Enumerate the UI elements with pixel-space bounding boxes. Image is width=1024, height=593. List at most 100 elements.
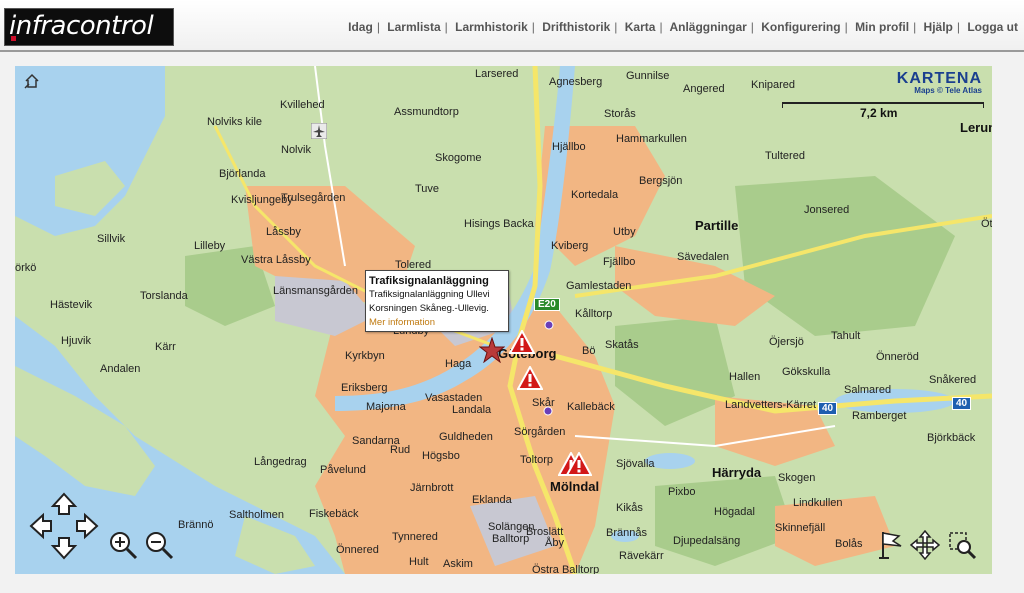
place-label: Fjällbo — [603, 256, 636, 268]
place-label: Hästevik — [50, 299, 93, 311]
more-info-link[interactable]: Mer information — [369, 316, 505, 329]
popup-line: Korsningen Skåneg.-Ullevig. — [369, 303, 489, 314]
place-label: Öjersjö — [769, 336, 804, 348]
place-label: Västra Låssby — [241, 254, 311, 266]
map-provider-brand: KARTENA Maps © Tele Atlas — [897, 70, 982, 95]
facility-dot-marker[interactable] — [543, 406, 553, 416]
place-label: Andalen — [100, 363, 141, 375]
nav-konfigurering[interactable]: Konfigurering — [761, 20, 840, 34]
alarm-warning-icon[interactable] — [509, 330, 535, 354]
place-label: Hjällbo — [552, 141, 586, 153]
place-label: Lerum — [960, 120, 992, 135]
place-label: Hisings Backa — [464, 218, 534, 230]
popup-title: Trafiksignalanläggning — [369, 275, 489, 287]
pan-right-arrow — [76, 512, 99, 540]
nav-larmlista[interactable]: Larmlista — [387, 20, 440, 34]
place-label: Utby — [613, 226, 636, 238]
place-label: Skogen — [778, 472, 816, 484]
place-label: Björkbäck — [927, 432, 976, 444]
place-label: Hammarkullen — [616, 133, 687, 145]
place-label: Kyrkbyn — [345, 350, 385, 362]
place-label: Djupedalsäng — [673, 535, 741, 547]
zoom-area-icon[interactable] — [947, 530, 977, 560]
nav-idag[interactable]: Idag — [348, 20, 373, 34]
place-label: Nolviks kile — [207, 116, 263, 128]
place-label: Salmared — [844, 384, 892, 396]
place-label: Knipared — [751, 79, 796, 91]
place-label: Lilleby — [194, 240, 226, 252]
place-label: Gunnilse — [626, 70, 670, 82]
place-label: Storås — [604, 108, 636, 120]
pan-left-arrow — [29, 512, 52, 540]
place-label: Angered — [683, 83, 725, 95]
alarm-warning-icon[interactable] — [517, 366, 543, 390]
place-label: Påvelund — [320, 464, 366, 476]
place-label: Kallebäck — [567, 401, 615, 413]
place-label: Bö — [582, 345, 596, 357]
place-label: Tultered — [765, 150, 805, 162]
app-header: infracontrol Idag | Larmlista | Larmhistor… — [0, 0, 1024, 52]
facility-dot-marker[interactable] — [544, 320, 554, 330]
road-shield-40: 40 — [818, 402, 838, 415]
infracontrol-logo[interactable]: infracontrol — [4, 8, 174, 46]
place-label: Askim — [443, 558, 473, 570]
place-label: Tahult — [831, 330, 861, 342]
place-label: Snåkered — [929, 374, 977, 386]
place-label: Kviberg — [551, 240, 589, 252]
scale-label: 7,2 km — [860, 106, 898, 120]
place-label: Länsmansgården — [273, 285, 359, 297]
place-label: Sävedalen — [677, 251, 729, 263]
place-label: Hjuvik — [61, 335, 91, 347]
facility-info-popup: Trafiksignalanläggning Trafiksignalanläg… — [365, 270, 509, 332]
place-label: Kikås — [616, 502, 643, 514]
place-label: Torslanda — [140, 290, 188, 302]
place-label: Larsered — [475, 68, 519, 80]
logo-dot — [11, 36, 16, 41]
place-label: Hult — [409, 556, 429, 568]
place-label: Sörgården — [514, 426, 566, 438]
place-label: Önneröd — [876, 351, 919, 363]
place-label: Brännås — [606, 527, 647, 539]
popup-description: Trafiksignalanläggning Ullevi Korsningen… — [369, 288, 505, 316]
place-label: Öt — [981, 218, 992, 230]
place-label: Eriksberg — [341, 382, 388, 394]
place-label: Sillvik — [97, 233, 126, 245]
place-label: Balltorp — [492, 533, 530, 545]
place-label: Bolås — [835, 538, 863, 550]
road-shield-e20: E20 — [534, 298, 560, 311]
nav-karta[interactable]: Karta — [625, 20, 656, 34]
airport-icon — [311, 123, 327, 139]
place-label: Tynnered — [392, 531, 438, 543]
nav-min-profil[interactable]: Min profil — [855, 20, 909, 34]
place-label: Rud — [390, 444, 411, 456]
place-label: Assmundtorp — [394, 106, 459, 118]
place-label: Högsbo — [422, 450, 460, 462]
nav-larmhistorik[interactable]: Larmhistorik — [455, 20, 528, 34]
place-label: Kortedala — [571, 189, 619, 201]
nav-anlaggningar[interactable]: Anläggningar — [669, 20, 746, 34]
zoom-in-icon[interactable] — [108, 530, 138, 560]
nav-hjalp[interactable]: Hjälp — [924, 20, 953, 34]
place-label: Lindkullen — [793, 497, 843, 509]
place-label: Åby — [545, 537, 564, 549]
place-label: Landala — [452, 404, 492, 416]
place-label: Nolvik — [281, 144, 311, 156]
place-label: Saltholmen — [229, 509, 285, 521]
alarm-warning-icon[interactable] — [566, 452, 592, 476]
place-label: örkö — [15, 262, 37, 274]
home-view-icon[interactable] — [23, 72, 41, 90]
place-label: Partille — [695, 218, 739, 233]
move-pan-icon[interactable] — [910, 530, 940, 560]
zoom-out-icon[interactable] — [144, 530, 174, 560]
pan-down-arrow — [50, 537, 78, 560]
road-shield-40: 40 — [952, 397, 972, 410]
nav-logga-ut[interactable]: Logga ut — [967, 20, 1018, 34]
place-label: Pixbo — [668, 486, 696, 498]
place-label: Tuve — [415, 183, 440, 195]
map-view[interactable]: Larsered Agnesberg Gunnilse Angered Knip… — [15, 66, 992, 574]
flag-marker-icon[interactable] — [877, 530, 905, 560]
nav-drifthistorik[interactable]: Drifthistorik — [542, 20, 610, 34]
place-label: Skinnefjäll — [775, 522, 826, 534]
facility-star-marker[interactable] — [479, 337, 505, 363]
place-label: Bergsjön — [639, 175, 683, 187]
